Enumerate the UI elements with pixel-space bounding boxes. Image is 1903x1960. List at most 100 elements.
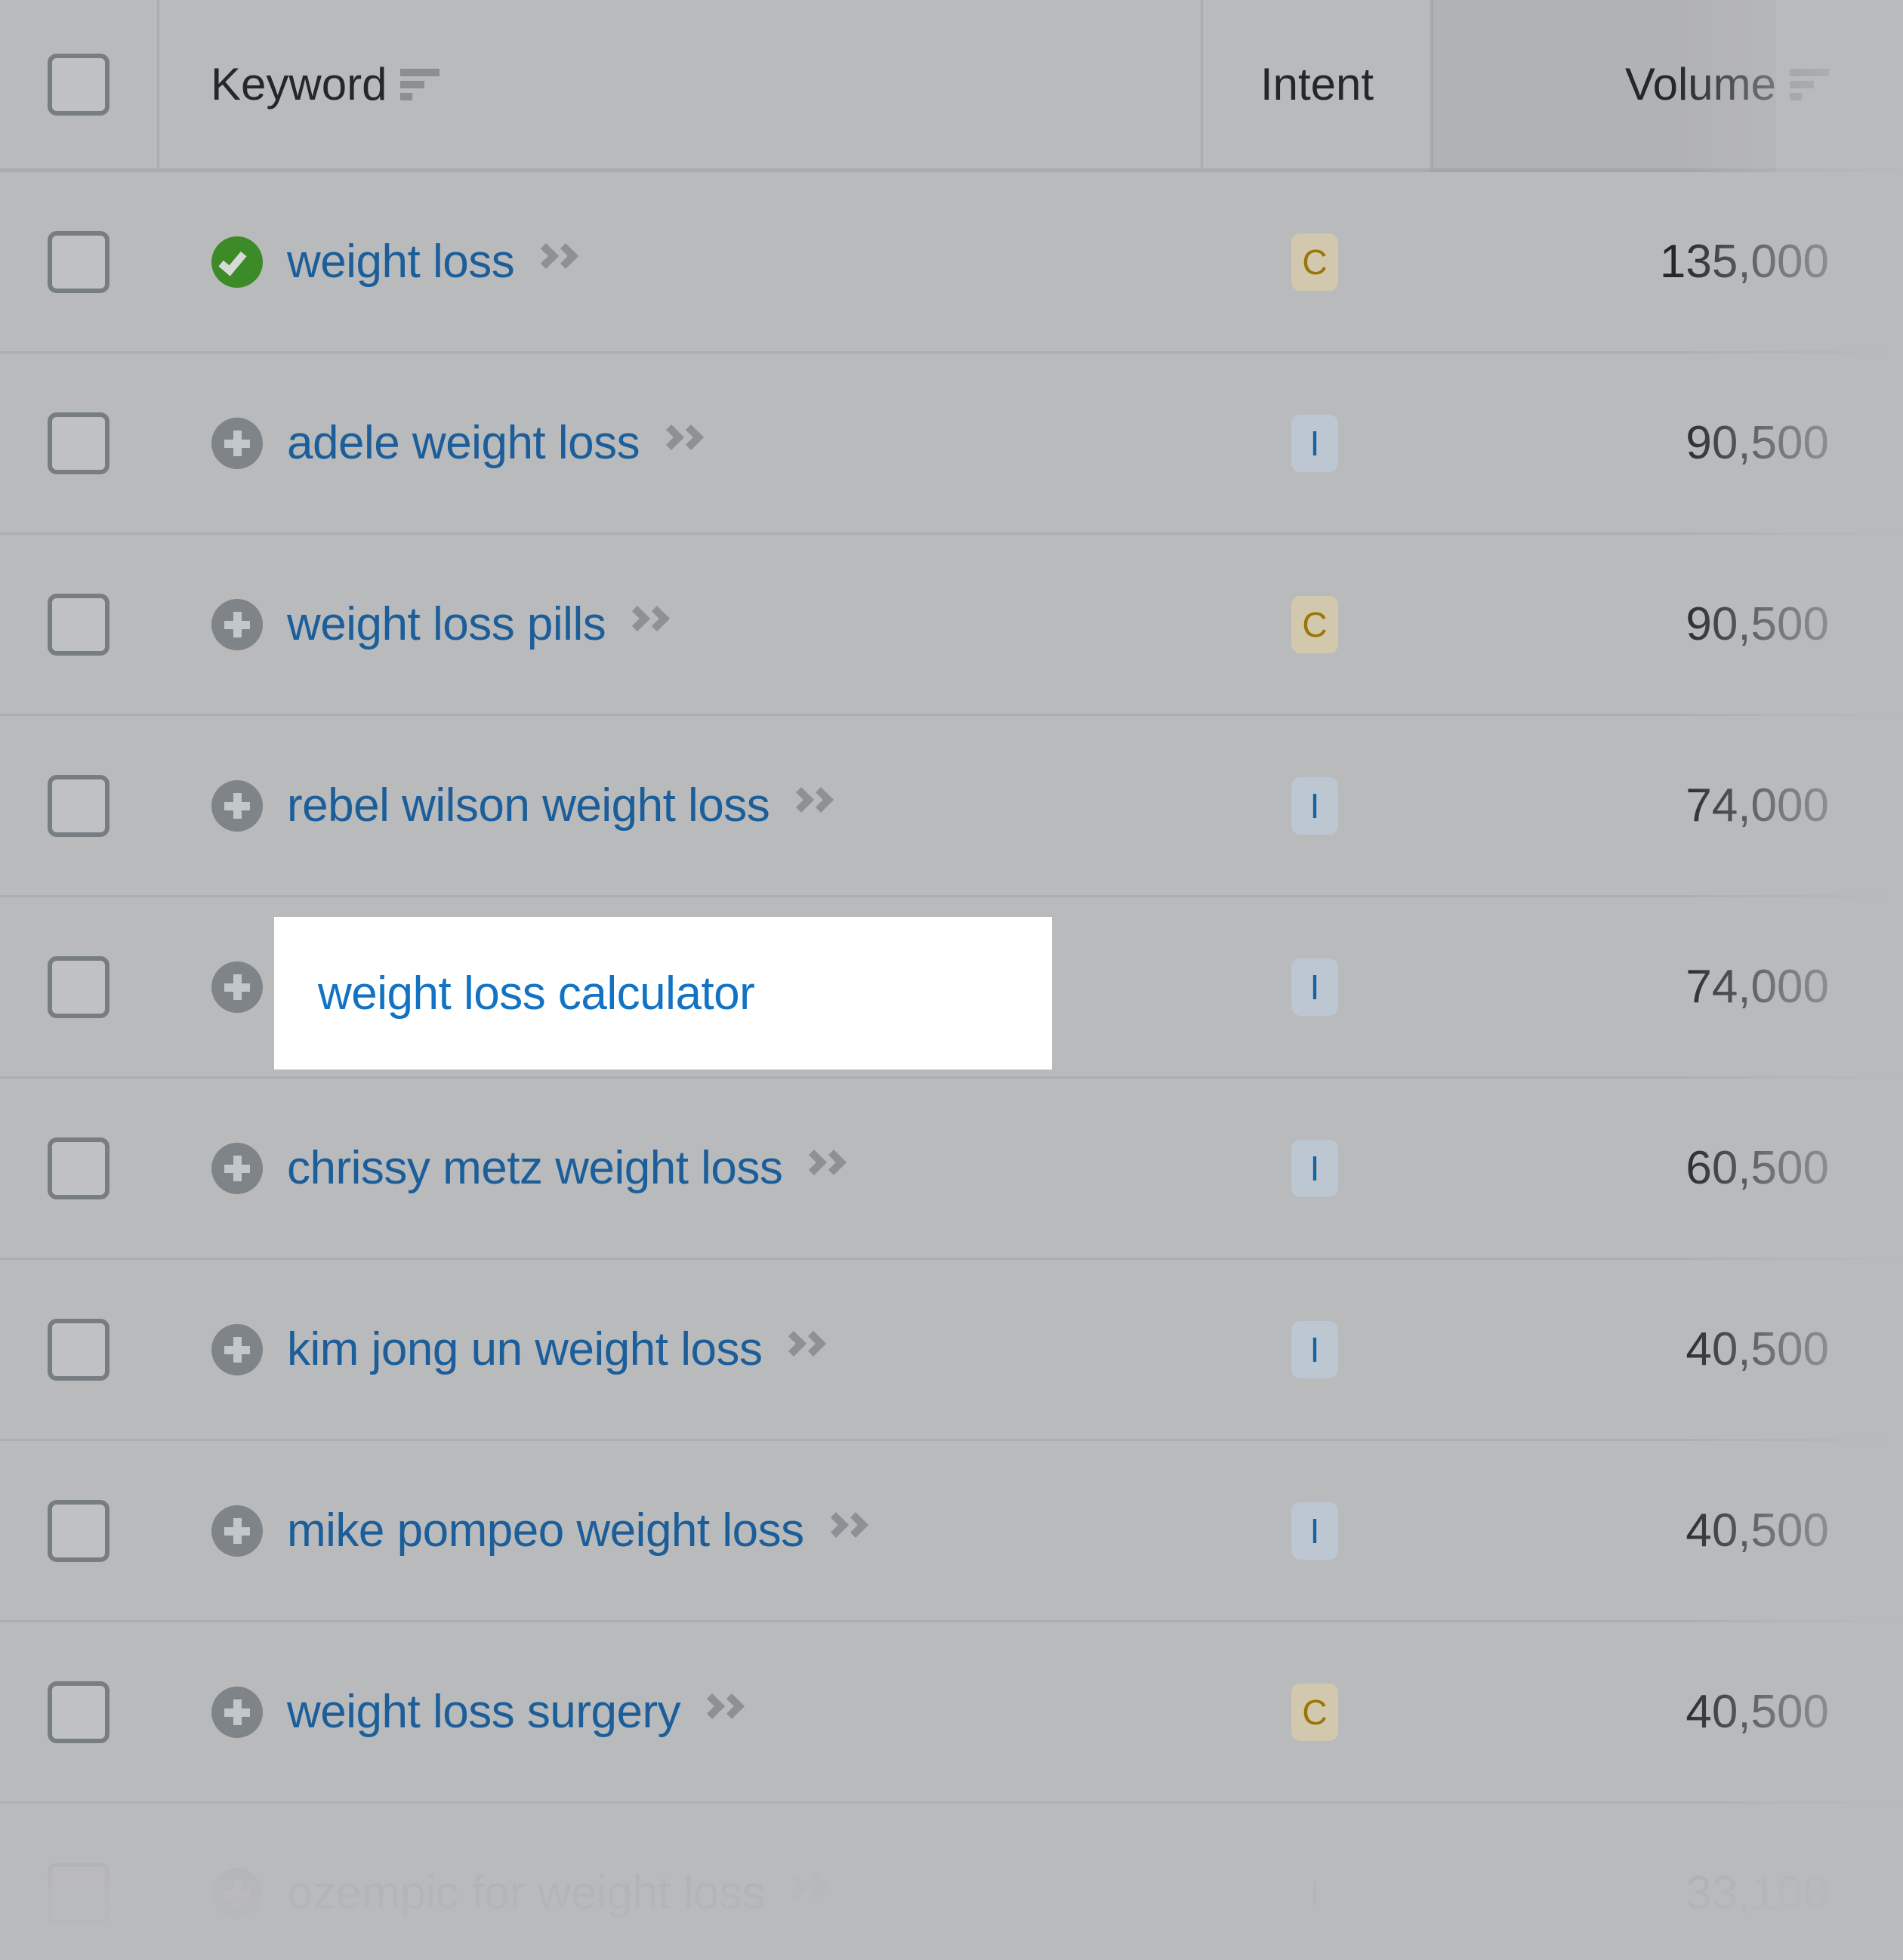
row-select-cell[interactable] [0,230,157,293]
intent-badge[interactable]: I [1291,958,1338,1016]
keyword-link[interactable]: mike pompeo weight loss [287,1504,804,1557]
row-select-cell[interactable] [0,1137,157,1199]
table-row[interactable]: chrissy metz weight loss I 60,500 [0,1079,1903,1260]
row-keyword-cell[interactable]: ozempic for weight loss [157,1866,1201,1920]
row-keyword-cell[interactable]: mike pompeo weight loss [157,1504,1201,1557]
keyword-link[interactable]: adele weight loss [287,416,640,470]
row-checkbox[interactable] [48,774,109,837]
row-select-cell[interactable] [0,1499,157,1562]
header-cell-select-all[interactable] [0,0,159,168]
highlighted-keyword-callout[interactable]: weight loss calculator [274,917,1052,1070]
check-circle-icon[interactable] [211,236,263,288]
table-row[interactable]: kim jong un weight loss I 40,500 [0,1260,1903,1441]
intent-badge[interactable]: C [1291,233,1338,291]
row-volume-cell: 60,500 [1429,1141,1903,1195]
row-keyword-cell[interactable]: weight loss surgery [157,1685,1201,1739]
row-select-cell[interactable] [0,955,157,1018]
select-all-checkbox[interactable] [48,53,109,116]
volume-value: 60,500 [1686,1142,1829,1194]
row-checkbox[interactable] [48,1137,109,1199]
row-select-cell[interactable] [0,1318,157,1381]
plus-circle-icon[interactable] [211,961,263,1013]
intent-badge[interactable]: I [1291,1139,1338,1197]
header-cell-intent[interactable]: Intent [1203,0,1433,168]
keyword-link[interactable]: weight loss [287,235,515,289]
row-keyword-cell[interactable]: chrissy metz weight loss [157,1141,1201,1195]
table-row[interactable]: rebel wilson weight loss I 74,000 [0,716,1903,897]
row-intent-cell: I [1201,776,1429,835]
double-chevron-icon[interactable] [801,1149,855,1188]
table-row[interactable]: weight loss C 135,000 [0,172,1903,353]
row-intent-cell: I [1201,1139,1429,1197]
table-row[interactable]: mike pompeo weight loss I 40,500 [0,1441,1903,1622]
plus-circle-icon[interactable] [211,779,263,832]
row-select-cell[interactable] [0,1681,157,1743]
keyword-sort-icon[interactable] [400,67,440,102]
keyword-link[interactable]: ozempic for weight loss [287,1866,765,1920]
row-keyword-cell[interactable]: rebel wilson weight loss [157,779,1201,832]
row-checkbox[interactable] [48,1681,109,1743]
intent-badge[interactable]: I [1291,776,1338,835]
double-chevron-icon[interactable] [533,242,587,282]
plus-circle-icon[interactable] [211,1867,263,1919]
double-chevron-icon[interactable] [699,1693,753,1732]
row-keyword-cell[interactable]: adele weight loss [157,416,1201,470]
plus-circle-icon[interactable] [211,1686,263,1738]
double-chevron-icon[interactable] [625,605,678,644]
table-row[interactable]: weight loss surgery C 40,500 [0,1622,1903,1804]
double-chevron-icon[interactable] [822,1511,877,1551]
intent-badge[interactable]: C [1291,1683,1338,1741]
keyword-link[interactable]: kim jong un weight loss [287,1323,763,1376]
double-chevron-icon[interactable] [658,424,712,463]
table-row[interactable]: ozempic for weight loss I 33,100 [0,1804,1903,1960]
intent-badge[interactable]: I [1291,414,1338,472]
intent-badge[interactable]: I [1291,1864,1338,1922]
header-cell-volume[interactable]: Volume [1433,58,1903,110]
highlighted-keyword-label[interactable]: weight loss calculator [318,967,755,1020]
header-label-keyword: Keyword [211,59,387,110]
table-row[interactable]: weight loss pills C 90,500 [0,535,1903,716]
row-select-cell[interactable] [0,412,157,474]
row-intent-cell: C [1201,233,1429,291]
plus-circle-icon[interactable] [211,1142,263,1194]
volume-value: 40,500 [1686,1686,1829,1738]
intent-badge[interactable]: I [1291,1320,1338,1378]
row-select-cell[interactable] [0,1862,157,1925]
double-chevron-icon[interactable] [781,1330,834,1369]
double-chevron-icon[interactable] [783,1874,837,1913]
volume-value: 40,500 [1686,1323,1829,1375]
header-cell-keyword[interactable]: Keyword [159,0,1203,168]
plus-circle-icon[interactable] [211,417,263,469]
row-checkbox[interactable] [48,230,109,293]
row-keyword-cell[interactable]: weight loss pills [157,597,1201,651]
table-row[interactable]: adele weight loss I 90,500 [0,353,1903,535]
row-checkbox[interactable] [48,593,109,656]
row-intent-cell: C [1201,595,1429,653]
row-keyword-cell[interactable]: kim jong un weight loss [157,1323,1201,1376]
plus-circle-icon[interactable] [211,1323,263,1375]
row-volume-cell: 135,000 [1429,235,1903,289]
row-volume-cell: 40,500 [1429,1504,1903,1557]
keyword-link[interactable]: chrissy metz weight loss [287,1141,783,1195]
volume-sort-icon[interactable] [1790,67,1829,102]
double-chevron-icon[interactable] [788,786,842,826]
plus-circle-icon[interactable] [211,1505,263,1557]
row-select-cell[interactable] [0,593,157,656]
row-volume-cell: 90,500 [1429,597,1903,651]
keyword-link[interactable]: rebel wilson weight loss [287,779,770,832]
row-keyword-cell[interactable]: weight loss [157,235,1201,289]
row-checkbox[interactable] [48,1862,109,1925]
row-checkbox[interactable] [48,1318,109,1381]
row-volume-cell: 90,500 [1429,416,1903,470]
row-intent-cell: I [1201,1502,1429,1560]
intent-badge[interactable]: C [1291,595,1338,653]
keyword-table-screen: Keyword Intent Volume weight loss C 135,… [0,0,1903,1960]
row-checkbox[interactable] [48,1499,109,1562]
row-checkbox[interactable] [48,955,109,1018]
keyword-link[interactable]: weight loss pills [287,597,606,651]
keyword-link[interactable]: weight loss surgery [287,1685,681,1739]
row-select-cell[interactable] [0,774,157,837]
plus-circle-icon[interactable] [211,598,263,650]
row-checkbox[interactable] [48,412,109,474]
intent-badge[interactable]: I [1291,1502,1338,1560]
